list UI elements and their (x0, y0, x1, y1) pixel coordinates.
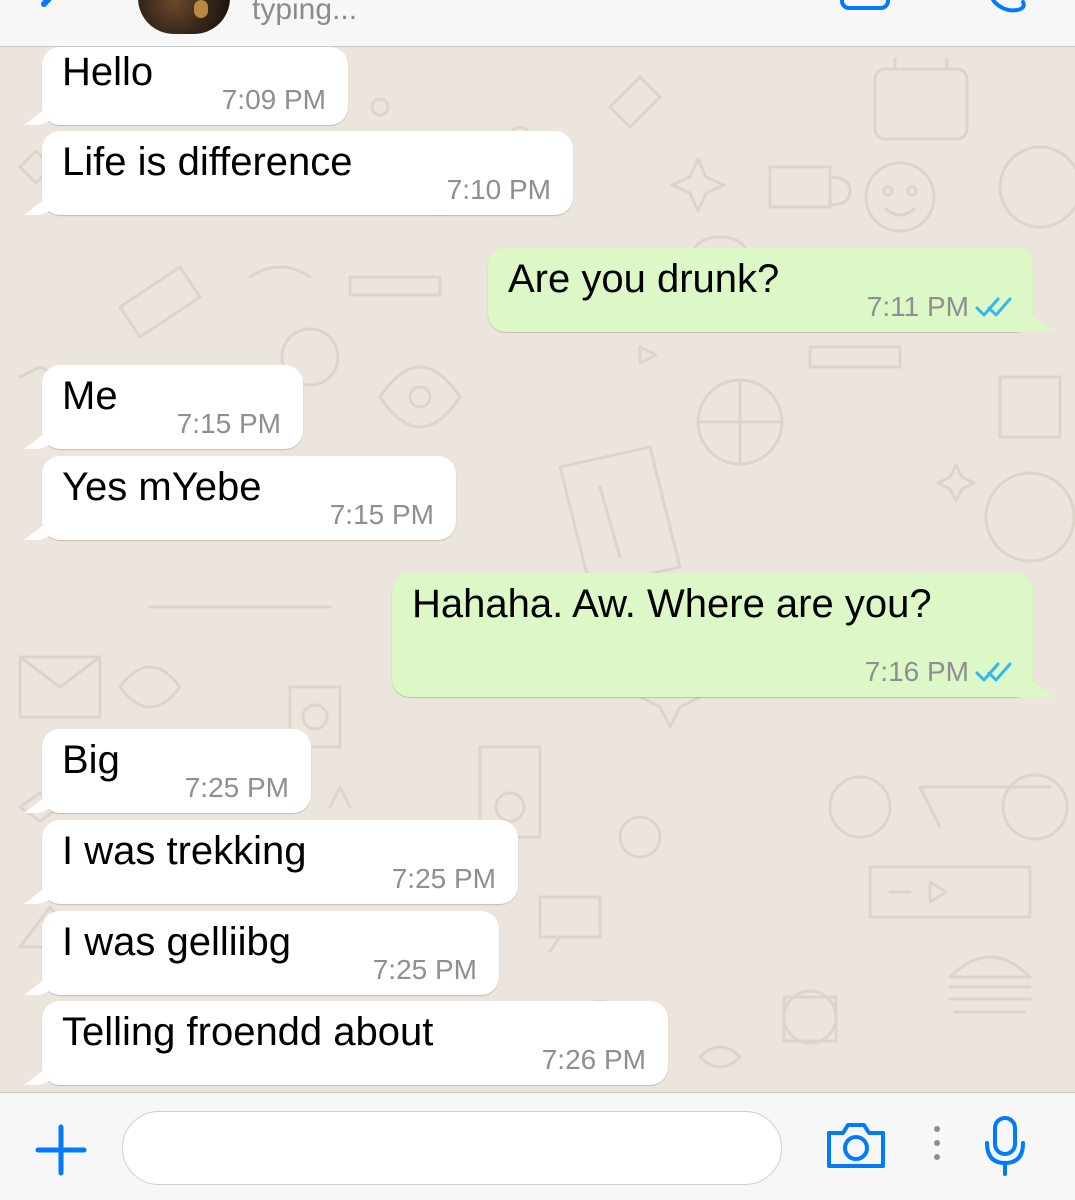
message-text: Hello (62, 50, 154, 94)
video-call-icon[interactable] (838, 0, 918, 16)
message-text: I was gelliibg (62, 920, 292, 964)
message-bubble-incoming[interactable]: Yes mYebe 7:15 PM (42, 456, 456, 540)
message-bubble-incoming[interactable]: Life is difference 7:10 PM (42, 131, 573, 215)
chat-area[interactable]: Hello 7:09 PM Life is difference 7:10 PM… (0, 47, 1075, 1092)
message-timestamp: 7:15 PM (176, 408, 281, 439)
read-receipt-icon (975, 662, 1012, 682)
message-bubble-incoming[interactable]: Me 7:15 PM (42, 365, 303, 449)
message-bubble-incoming[interactable]: Hello 7:09 PM (42, 47, 348, 125)
message-text: Telling froendd about (62, 1010, 434, 1054)
message-timestamp: 7:15 PM (329, 499, 434, 530)
message-timestamp: 7:16 PM (864, 656, 969, 687)
camera-icon[interactable] (824, 1119, 888, 1171)
contact-avatar[interactable] (138, 0, 230, 34)
phone-icon[interactable] (985, 0, 1029, 16)
message-timestamp: 7:25 PM (184, 772, 289, 803)
message-text: Hahaha. Aw. Where are you? (412, 582, 932, 626)
message-text: Me (62, 374, 118, 418)
message-text: Life is difference (62, 140, 353, 184)
message-text: Big (62, 738, 120, 782)
message-input-bar (0, 1092, 1075, 1200)
avatar-photo-detail (194, 0, 208, 18)
message-bubble-incoming[interactable]: I was trekking 7:25 PM (42, 820, 518, 904)
message-timestamp: 7:25 PM (372, 954, 477, 985)
microphone-icon[interactable] (982, 1115, 1028, 1177)
message-text: Are you drunk? (508, 257, 780, 301)
message-text: I was trekking (62, 829, 307, 873)
chevron-left-icon[interactable] (30, 0, 80, 28)
message-timestamp: 7:11 PM (866, 291, 969, 322)
message-bubble-incoming[interactable]: Big 7:25 PM (42, 729, 311, 813)
message-text: Yes mYebe (62, 465, 262, 509)
message-input[interactable] (122, 1111, 782, 1185)
message-bubble-incoming[interactable]: Telling froendd about 7:26 PM (42, 1001, 668, 1085)
message-timestamp: 7:09 PM (221, 84, 326, 115)
more-vertical-icon[interactable] (928, 1123, 946, 1163)
message-bubble-outgoing[interactable]: Hahaha. Aw. Where are you? 7:16 PM (392, 573, 1033, 697)
message-bubble-incoming[interactable]: I was gelliibg 7:25 PM (42, 911, 499, 995)
read-receipt-icon (975, 297, 1012, 317)
message-timestamp: 7:26 PM (541, 1044, 646, 1075)
message-timestamp: 7:10 PM (446, 174, 551, 205)
message-bubble-outgoing[interactable]: Are you drunk? 7:11 PM (488, 248, 1033, 332)
chat-header: typing... (0, 0, 1075, 47)
plus-icon[interactable] (34, 1123, 88, 1177)
typing-status: typing... (252, 0, 358, 26)
message-timestamp: 7:25 PM (391, 863, 496, 894)
